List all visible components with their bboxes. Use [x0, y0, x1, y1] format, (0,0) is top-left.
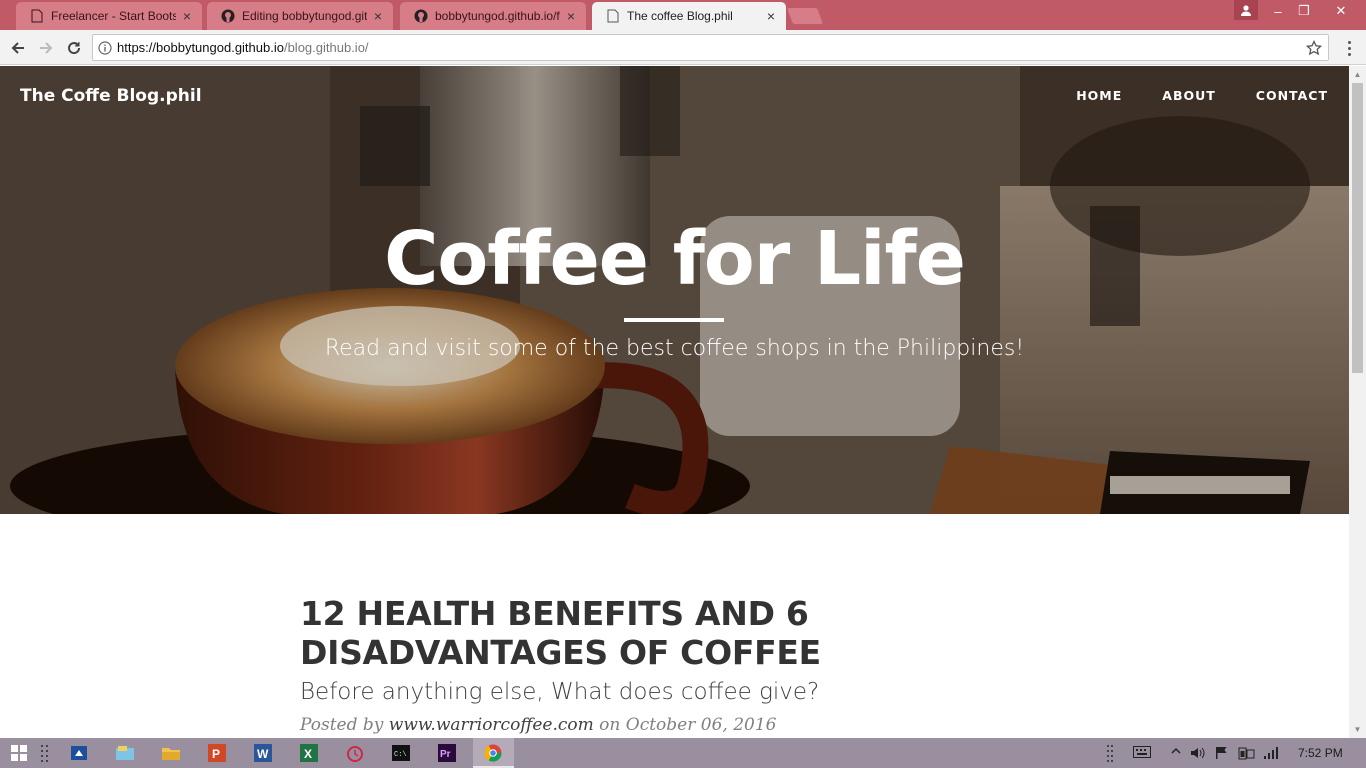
url-host: https://bobbytungod.github.io — [117, 40, 284, 55]
tab-coffee-blog[interactable]: The coffee Blog.phil × — [592, 2, 786, 30]
svg-text:Pr: Pr — [440, 749, 451, 760]
tab-title: bobbytungod.github.io/f — [435, 9, 560, 23]
folder-icon[interactable] — [160, 742, 182, 764]
alarm-icon[interactable] — [344, 742, 366, 764]
system-clock[interactable]: 7:52 PM — [1298, 746, 1343, 760]
person-icon — [1241, 5, 1251, 16]
forward-arrow-icon — [40, 42, 53, 54]
tray-grip-icon — [1106, 744, 1114, 765]
nav-about-link[interactable]: ABOUT — [1162, 88, 1216, 103]
network-signal-icon[interactable] — [1263, 746, 1279, 763]
github-icon — [414, 9, 428, 23]
tab-title: The coffee Blog.phil — [627, 9, 733, 23]
hero-divider — [624, 318, 724, 322]
profile-button[interactable] — [1234, 0, 1258, 20]
github-icon — [221, 9, 235, 23]
post-preview[interactable]: 12 HEALTH BENEFITS AND 6 DISADVANTAGES O… — [300, 594, 1020, 735]
reload-button[interactable] — [63, 37, 85, 59]
svg-text:C:\: C:\ — [394, 751, 407, 759]
post-meta-prefix: Posted by — [300, 715, 389, 735]
scroll-down-icon[interactable]: ▼ — [1349, 721, 1366, 738]
info-icon[interactable] — [93, 40, 117, 55]
svg-text:W: W — [257, 747, 269, 761]
start-icon[interactable] — [8, 742, 30, 764]
browser-menu-button[interactable] — [1339, 37, 1359, 59]
post-title-line: DISADVANTAGES OF COFFEE — [300, 633, 821, 672]
tab-close-icon[interactable]: × — [180, 8, 194, 24]
close-window-button[interactable]: ✕ — [1324, 0, 1358, 22]
url-path: /blog.github.io/ — [283, 40, 369, 55]
chrome-icon[interactable] — [482, 742, 504, 764]
address-bar[interactable]: https://bobbytungod.github.io /blog.gith… — [92, 34, 1329, 61]
tab-close-icon[interactable]: × — [371, 8, 385, 24]
cmd-icon[interactable]: C:\ — [390, 742, 412, 764]
nav-home-link[interactable]: HOME — [1076, 88, 1122, 103]
show-hidden-icons-icon[interactable] — [1171, 746, 1181, 759]
svg-text:X: X — [304, 747, 312, 761]
post-author-link[interactable]: www.warriorcoffee.com — [389, 715, 594, 735]
excel-icon[interactable]: X — [298, 742, 320, 764]
premiere-icon[interactable]: Pr — [436, 742, 458, 764]
powerpoint-icon[interactable]: P — [206, 742, 228, 764]
back-arrow-icon — [11, 42, 24, 54]
browser-toolbar: https://bobbytungod.github.io /blog.gith… — [0, 30, 1366, 65]
page-scrollbar[interactable]: ▲ ▼ — [1349, 66, 1366, 738]
main-nav: HOME ABOUT CONTACT — [1076, 88, 1328, 103]
bookmark-star-icon[interactable] — [1306, 39, 1322, 56]
scroll-up-icon[interactable]: ▲ — [1349, 66, 1366, 83]
tab-editing[interactable]: Editing bobbytungod.gith × — [207, 2, 393, 30]
tab-close-icon[interactable]: × — [764, 8, 778, 24]
hero-subtitle: Read and visit some of the best coffee s… — [324, 336, 1025, 361]
page-viewport: The Coffe Blog.phil HOME ABOUT CONTACT C… — [0, 66, 1349, 738]
windows-taskbar: P W X C:\ Pr 7:52 PM — [0, 738, 1366, 768]
new-tab-button[interactable] — [787, 8, 823, 24]
tab-strip: Freelancer - Start Bootstr × Editing bob… — [0, 0, 1366, 30]
tab-title: Freelancer - Start Bootstr — [51, 9, 176, 23]
tab-github-io[interactable]: bobbytungod.github.io/f × — [400, 2, 586, 30]
post-meta: Posted by www.warriorcoffee.com on Octob… — [300, 715, 1020, 735]
tab-close-icon[interactable]: × — [564, 8, 578, 24]
scrollbar-thumb[interactable] — [1352, 83, 1363, 373]
action-center-flag-icon[interactable] — [1215, 746, 1229, 763]
tab-title: Editing bobbytungod.gith — [242, 9, 367, 23]
nav-contact-link[interactable]: CONTACT — [1256, 88, 1328, 103]
reload-icon — [68, 42, 81, 55]
word-icon[interactable]: W — [252, 742, 274, 764]
site-brand[interactable]: The Coffe Blog.phil — [20, 86, 202, 106]
post-title-line: 12 HEALTH BENEFITS AND 6 — [300, 594, 809, 633]
onedrive-icon[interactable] — [68, 742, 90, 764]
post-title[interactable]: 12 HEALTH BENEFITS AND 6 DISADVANTAGES O… — [300, 594, 1020, 672]
post-date: on October 06, 2016 — [593, 715, 777, 735]
post-subtitle: Before anything else, What does coffee g… — [300, 679, 820, 705]
battery-icon[interactable] — [1238, 746, 1256, 763]
keyboard-icon[interactable] — [1133, 746, 1151, 761]
file-explorer-icon[interactable] — [114, 742, 136, 764]
restore-button[interactable]: ❐ — [1287, 0, 1321, 22]
hero-title: Coffee for Life — [384, 216, 966, 302]
hero-header: The Coffe Blog.phil HOME ABOUT CONTACT C… — [0, 66, 1349, 514]
tab-freelancer[interactable]: Freelancer - Start Bootstr × — [16, 2, 202, 30]
volume-icon[interactable] — [1190, 746, 1206, 763]
page-icon — [30, 9, 44, 23]
back-button[interactable] — [7, 37, 29, 59]
svg-text:P: P — [212, 747, 220, 761]
forward-button[interactable] — [35, 37, 57, 59]
page-icon — [606, 9, 620, 23]
task-view-icon[interactable] — [34, 742, 56, 764]
